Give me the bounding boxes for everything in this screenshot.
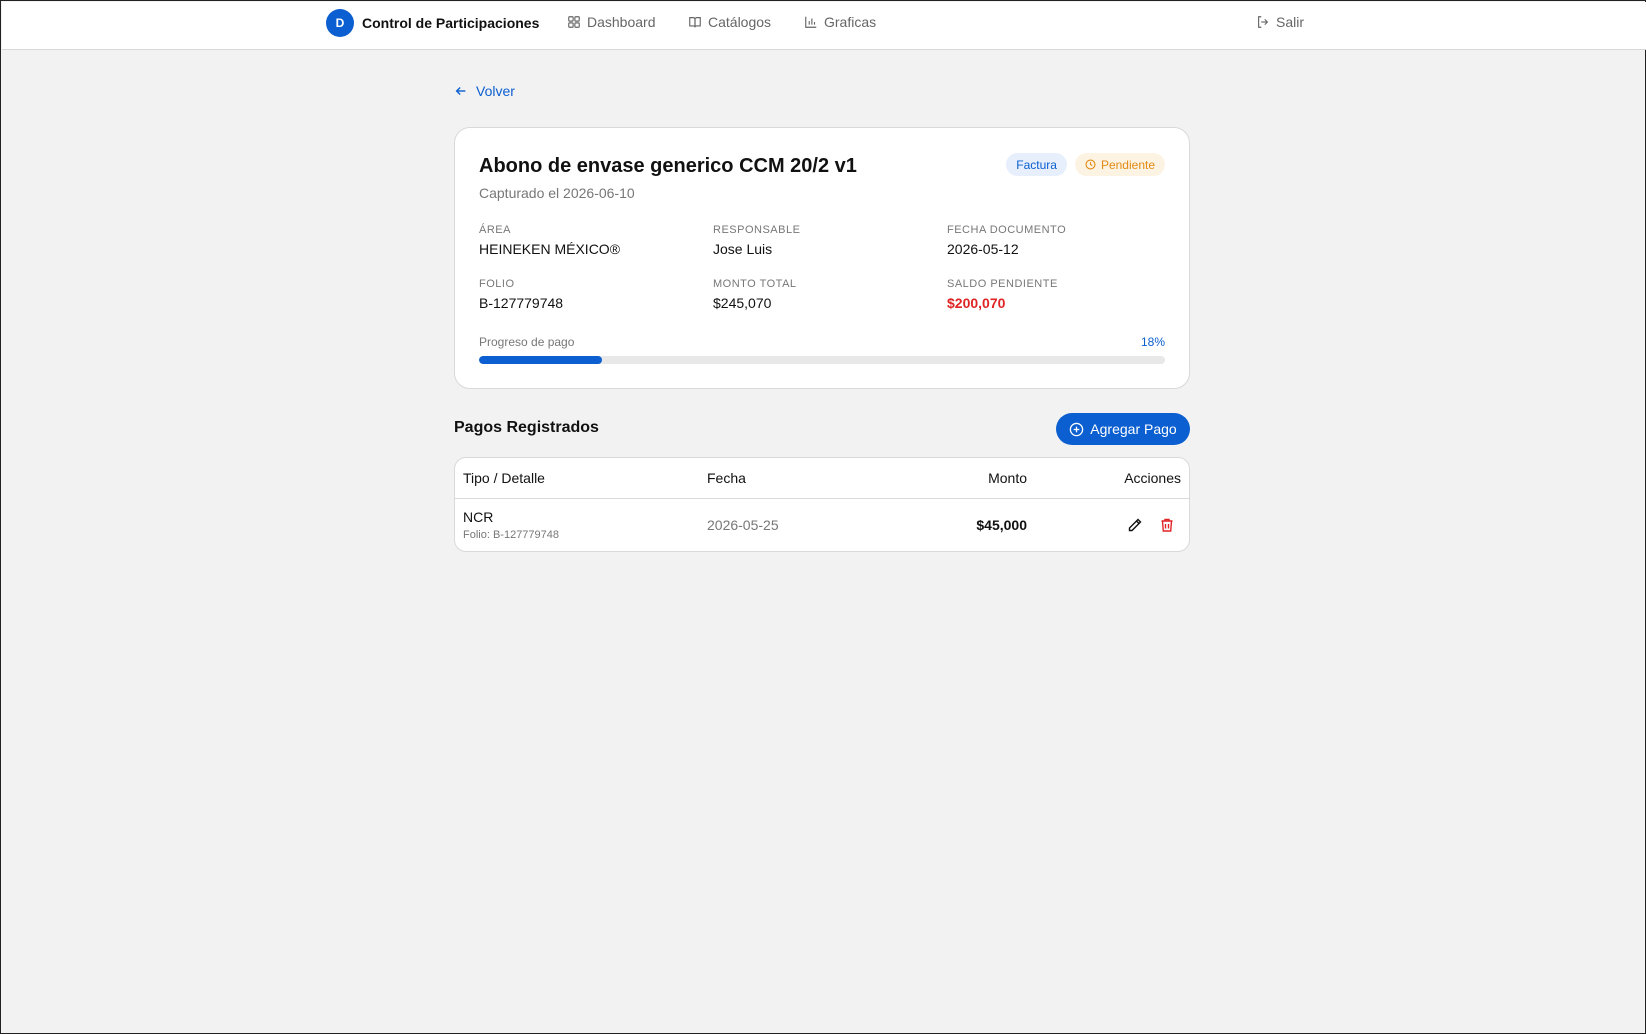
progress-label: Progreso de pago [479, 335, 575, 349]
field-value: $245,070 [713, 295, 772, 311]
nav-dashboard[interactable]: Dashboard [567, 14, 656, 30]
field-saldo-pendiente: Saldo Pendiente $200,070 [947, 278, 1058, 311]
progress-bar-fill [479, 356, 603, 364]
delete-payment-button[interactable] [1157, 515, 1177, 535]
field-fecha-documento: Fecha Documento 2026-05-12 [947, 224, 1066, 257]
back-label: Volver [476, 83, 515, 99]
field-value: $200,070 [947, 295, 1006, 311]
brand-logo: D [326, 9, 354, 37]
type-badge-label: Factura [1016, 157, 1057, 172]
pencil-icon [1128, 518, 1142, 532]
arrow-left-icon [455, 87, 466, 95]
clock-icon [1085, 159, 1096, 170]
field-value: 2026-05-12 [947, 241, 1019, 257]
book-icon [689, 17, 701, 28]
field-area: Área HEINEKEN MÉXICO® [479, 224, 620, 257]
type-badge: Factura [1006, 153, 1067, 176]
field-responsable: Responsable Jose Luis [713, 224, 800, 257]
add-payment-label: Agregar Pago [1090, 421, 1177, 437]
field-label: Monto Total [713, 278, 797, 290]
brand[interactable]: D Control de Participaciones [326, 9, 539, 37]
field-folio: Folio B-127779748 [479, 278, 563, 311]
field-label: Responsable [713, 224, 801, 236]
table-header: Tipo / Detalle Fecha Monto Acciones [455, 458, 1189, 499]
top-navbar: D Control de Participaciones Dashboard C… [2, 2, 1646, 50]
field-label: Fecha Documento [947, 224, 1067, 236]
payment-date: 2026-05-25 [707, 517, 779, 533]
payment-folio: Folio: B-127779748 [463, 529, 560, 541]
column-header: Fecha [707, 470, 746, 486]
field-value: HEINEKEN MÉXICO® [479, 241, 621, 257]
nav-catalogos-label: Catálogos [708, 14, 772, 30]
logout-label: Salir [1276, 14, 1305, 30]
column-header: Monto [988, 470, 1027, 486]
column-header: Tipo / Detalle [463, 470, 545, 486]
record-captured-date: Capturado el 2026-06-10 [479, 185, 635, 201]
record-card: Abono de envase generico CCM 20/2 v1 Cap… [454, 127, 1190, 389]
app-window: D Control de Participaciones Dashboard C… [0, 0, 1646, 1034]
field-label: Folio [479, 278, 515, 290]
field-value: Jose Luis [713, 241, 773, 257]
payment-amount: $45,000 [976, 517, 1027, 533]
trash-icon [1161, 518, 1173, 532]
brand-title: Control de Participaciones [362, 15, 540, 31]
edit-payment-button[interactable] [1125, 515, 1145, 535]
column-header: Acciones [1124, 470, 1181, 486]
field-monto-total: Monto Total $245,070 [713, 278, 797, 311]
field-label: Área [479, 224, 511, 236]
grid-icon [568, 16, 580, 28]
payments-section-title: Pagos Registrados [454, 419, 599, 436]
plus-circle-icon [1070, 422, 1084, 436]
add-payment-button[interactable]: Agregar Pago [1056, 413, 1190, 445]
logout-button[interactable]: Salir [1256, 14, 1304, 30]
field-label: Saldo Pendiente [947, 278, 1058, 290]
nav-dashboard-label: Dashboard [587, 14, 656, 30]
payments-table: Tipo / Detalle Fecha Monto Acciones NCR … [454, 457, 1190, 552]
payment-type: NCR [463, 509, 494, 525]
record-title: Abono de envase generico CCM 20/2 v1 [479, 155, 857, 177]
logout-icon [1258, 16, 1269, 28]
back-link[interactable]: Volver [454, 83, 515, 99]
status-badge: Pendiente [1074, 153, 1165, 176]
nav-catalogos[interactable]: Catálogos [688, 14, 771, 30]
record-badges: Factura Pendiente [1006, 153, 1165, 176]
nav-graficas-label: Graficas [824, 14, 877, 30]
progress-percent: 18% [1140, 335, 1165, 349]
progress-bar [479, 356, 1165, 364]
status-badge-label: Pendiente [1100, 157, 1155, 172]
nav-graficas[interactable]: Graficas [804, 14, 876, 30]
field-value: B-127779748 [479, 295, 564, 311]
bar-chart-icon [805, 16, 817, 28]
